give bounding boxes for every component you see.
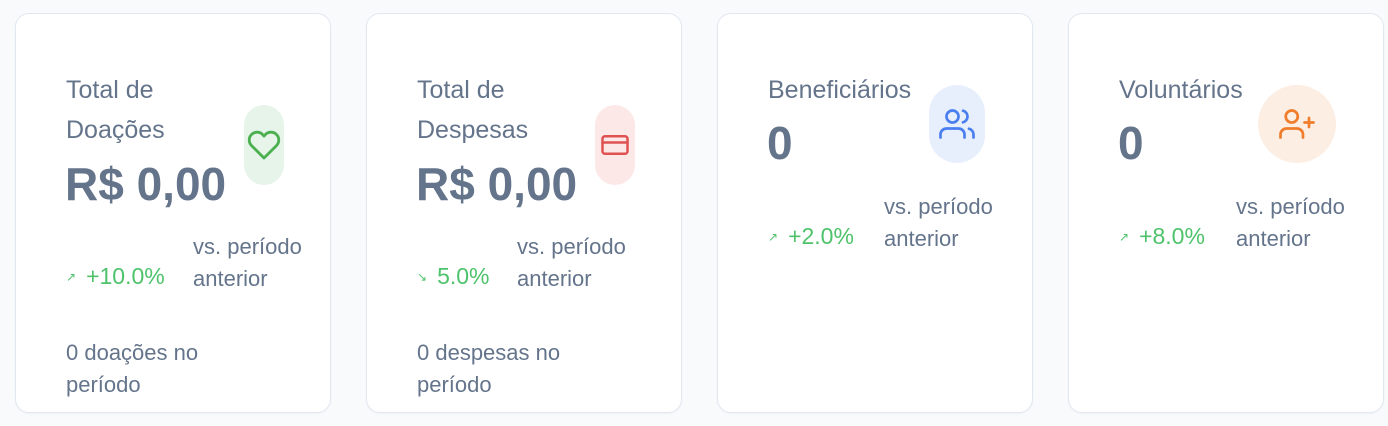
trend-up-icon: ↗ — [1119, 229, 1130, 244]
heart-icon — [244, 105, 284, 185]
stat-card-beneficiaries: Beneficiários 0 ↗ +2.0% vs. período ante… — [717, 13, 1033, 413]
trend-indicator: ↗ +8.0% — [1119, 223, 1205, 250]
trend-value: +8.0% — [1139, 223, 1205, 249]
users-icon — [929, 85, 985, 163]
card-title: Beneficiários — [768, 76, 912, 104]
card-value: 0 — [767, 117, 793, 169]
trend-value: +2.0% — [788, 223, 854, 249]
user-plus-icon — [1258, 85, 1336, 163]
comparison-label: vs. período anterior — [517, 234, 626, 291]
trend-up-icon: ↗ — [768, 229, 779, 244]
card-subtitle: 0 doações no período — [66, 340, 199, 397]
trend-indicator: ↘ 5.0% — [417, 263, 490, 290]
comparison-label: vs. período anterior — [193, 234, 302, 291]
credit-card-icon — [595, 105, 635, 185]
card-title: Total de Despesas — [417, 76, 529, 144]
card-value: R$ 0,00 — [416, 158, 578, 210]
trend-value: 5.0% — [437, 263, 490, 289]
stat-card-donations: Total de Doações R$ 0,00 ↗ +10.0% vs. pe… — [15, 13, 331, 413]
comparison-label: vs. período anterior — [1236, 194, 1345, 251]
comparison-label: vs. período anterior — [884, 194, 993, 251]
trend-up-icon: ↗ — [66, 269, 77, 284]
card-value: 0 — [1118, 117, 1144, 169]
trend-indicator: ↗ +2.0% — [768, 223, 854, 250]
card-subtitle: 0 despesas no período — [417, 340, 561, 397]
trend-down-icon: ↘ — [417, 269, 428, 284]
stat-card-volunteers: Voluntários 0 ↗ +8.0% vs. período anteri… — [1068, 13, 1384, 413]
stat-card-expenses: Total de Despesas R$ 0,00 ↘ 5.0% vs. per… — [366, 13, 682, 413]
trend-indicator: ↗ +10.0% — [66, 263, 165, 290]
card-title: Total de Doações — [66, 76, 165, 144]
trend-value: +10.0% — [86, 263, 165, 289]
card-value: R$ 0,00 — [65, 158, 227, 210]
